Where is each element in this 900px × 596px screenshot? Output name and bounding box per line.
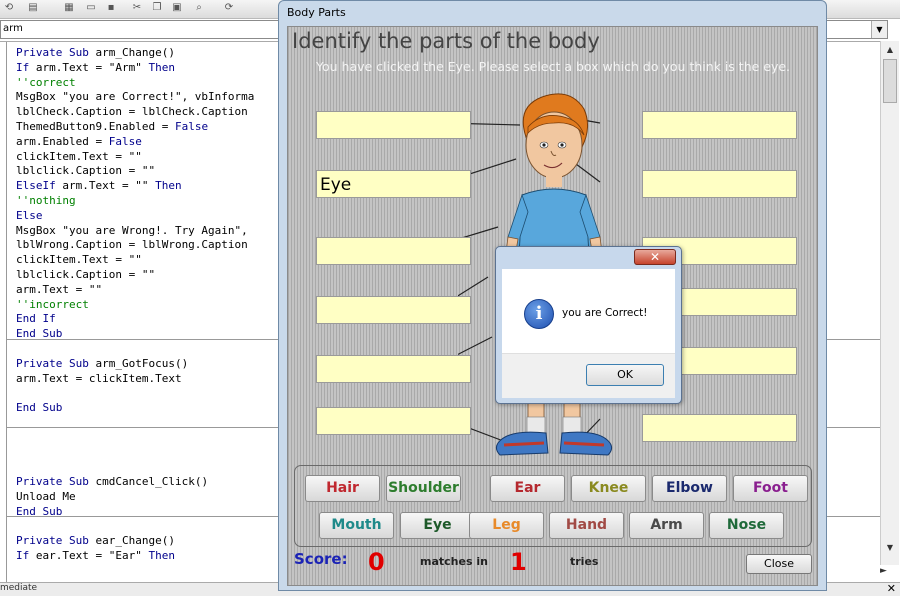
answer-box-left-5[interactable] <box>316 355 471 383</box>
code-line[interactable]: End If <box>16 312 254 327</box>
code-line[interactable]: If arm.Text = "Arm" Then <box>16 61 254 76</box>
code-line[interactable]: ''correct <box>16 76 254 91</box>
code-line[interactable]: Private Sub arm_Change() <box>16 46 254 61</box>
answer-box-left-3[interactable] <box>316 237 471 265</box>
code-line[interactable]: Private Sub ear_Change() <box>16 534 254 549</box>
code-line[interactable]: arm.Text = "" <box>16 283 254 298</box>
code-line[interactable]: ThemedButton9.Enabled = False <box>16 120 254 135</box>
code-line[interactable]: lblclick.Caption = "" <box>16 268 254 283</box>
copy-icon[interactable]: ❐ <box>150 2 164 14</box>
immediate-window-label: mediate <box>0 583 38 593</box>
cut-icon[interactable]: ✂ <box>130 2 144 14</box>
form-heading: Identify the parts of the body <box>292 29 600 53</box>
code-line[interactable]: clickItem.Text = "" <box>16 150 254 165</box>
instruction-label: You have clicked the Eye. Please select … <box>316 59 791 74</box>
part-button-hand[interactable]: Hand <box>549 512 624 539</box>
part-button-hair[interactable]: Hair <box>305 475 380 502</box>
code-line[interactable]: ''nothing <box>16 194 254 209</box>
msgbox-body: i you are Correct! <box>502 269 675 353</box>
answer-box-left-2[interactable]: Eye <box>316 170 471 198</box>
code-line[interactable]: Unload Me <box>16 490 254 505</box>
part-button-ear[interactable]: Ear <box>490 475 565 502</box>
find-icon[interactable]: ⌕ <box>192 2 206 14</box>
code-gutter <box>0 42 7 582</box>
code-line[interactable]: lblCheck.Caption = lblCheck.Caption <box>16 105 254 120</box>
window-title: Body Parts <box>287 6 346 19</box>
message-box: ✕ i you are Correct! OK <box>495 246 682 404</box>
code-line[interactable]: Else <box>16 209 254 224</box>
part-button-arm[interactable]: Arm <box>629 512 704 539</box>
matches-label: matches in <box>420 555 488 568</box>
save-icon[interactable]: ▪ <box>104 2 118 14</box>
scroll-right-icon[interactable]: ► <box>880 566 887 576</box>
part-button-elbow[interactable]: Elbow <box>652 475 727 502</box>
object-combo-value: arm <box>3 23 23 34</box>
scroll-up-icon[interactable]: ▲ <box>883 43 897 57</box>
part-button-foot[interactable]: Foot <box>733 475 808 502</box>
msgbox-footer: OK <box>502 353 675 398</box>
scroll-thumb[interactable] <box>883 59 897 103</box>
score-value: 0 <box>368 548 385 576</box>
answer-box-text: Eye <box>320 175 352 195</box>
close-icon[interactable]: ✕ <box>887 582 896 595</box>
tries-label: tries <box>570 555 599 568</box>
ok-button[interactable]: OK <box>586 364 664 386</box>
code-line[interactable]: lblclick.Caption = "" <box>16 164 254 179</box>
vertical-scrollbar[interactable]: ▲ ▼ <box>880 41 899 565</box>
code-line[interactable]: ElseIf arm.Text = "" Then <box>16 179 254 194</box>
answer-box-left-4[interactable] <box>316 296 471 324</box>
part-button-leg[interactable]: Leg <box>469 512 544 539</box>
part-button-mouth[interactable]: Mouth <box>319 512 394 539</box>
msgbox-close-button[interactable]: ✕ <box>634 249 676 265</box>
answer-box-right-2[interactable] <box>642 170 797 198</box>
close-button[interactable]: Close <box>746 554 812 574</box>
scroll-down-icon[interactable]: ▼ <box>883 541 897 555</box>
code-line[interactable]: ​ <box>16 386 254 401</box>
tries-value: 1 <box>510 548 527 576</box>
code-line[interactable]: arm.Text = clickItem.Text <box>16 372 254 387</box>
redo-icon[interactable]: ⟳ <box>222 2 236 14</box>
code-line[interactable]: arm.Enabled = False <box>16 135 254 150</box>
part-button-shoulder[interactable]: Shoulder <box>386 475 461 502</box>
code-line[interactable]: ​ <box>16 460 254 475</box>
undo-icon[interactable]: ⟲ <box>2 2 16 14</box>
code-line[interactable]: MsgBox "you are Correct!", vbInforma <box>16 90 254 105</box>
answer-box-right-6[interactable] <box>642 414 797 442</box>
body-part-button-panel: Hair Shoulder Ear Knee Elbow Foot Mouth … <box>294 465 812 547</box>
object-combo[interactable]: arm <box>0 20 280 39</box>
part-button-knee[interactable]: Knee <box>571 475 646 502</box>
part-button-nose[interactable]: Nose <box>709 512 784 539</box>
answer-box-right-1[interactable] <box>642 111 797 139</box>
code-line[interactable]: ​ <box>16 416 254 431</box>
info-icon: i <box>524 299 554 329</box>
code-line[interactable]: ​ <box>16 431 254 446</box>
paste-icon[interactable]: ▣ <box>170 2 184 14</box>
code-line[interactable]: ​ <box>16 446 254 461</box>
code-line[interactable]: lblWrong.Caption = lblWrong.Caption <box>16 238 254 253</box>
form-icon[interactable]: ▦ <box>62 2 76 14</box>
code-line[interactable]: Private Sub cmdCancel_Click() <box>16 475 254 490</box>
insert-icon[interactable]: ▤ <box>26 2 40 14</box>
code-line[interactable]: clickItem.Text = "" <box>16 253 254 268</box>
procedure-combo[interactable]: ▼ <box>826 20 888 39</box>
answer-box-left-1[interactable] <box>316 111 471 139</box>
code-line[interactable]: MsgBox "you are Wrong!. Try Again", <box>16 224 254 239</box>
horizontal-scrollbar[interactable]: ► <box>860 566 900 580</box>
msgbox-text: you are Correct! <box>562 307 648 319</box>
part-button-eye[interactable]: Eye <box>400 512 475 539</box>
code-line[interactable]: ​ <box>16 342 254 357</box>
code-line[interactable]: ​ <box>16 520 254 535</box>
code-line[interactable]: If ear.Text = "Ear" Then <box>16 549 254 564</box>
chevron-down-icon[interactable]: ▼ <box>871 21 887 38</box>
code-text[interactable]: Private Sub arm_Change() If arm.Text = "A… <box>16 46 254 564</box>
answer-box-left-6[interactable] <box>316 407 471 435</box>
score-label: Score: <box>294 550 348 568</box>
code-line[interactable]: Private Sub arm_GotFocus() <box>16 357 254 372</box>
code-line[interactable]: ''incorrect <box>16 298 254 313</box>
code-line[interactable]: End Sub <box>16 401 254 416</box>
code-line[interactable]: End Sub <box>16 505 254 520</box>
code-line[interactable]: End Sub <box>16 327 254 342</box>
open-icon[interactable]: ▭ <box>84 2 98 14</box>
